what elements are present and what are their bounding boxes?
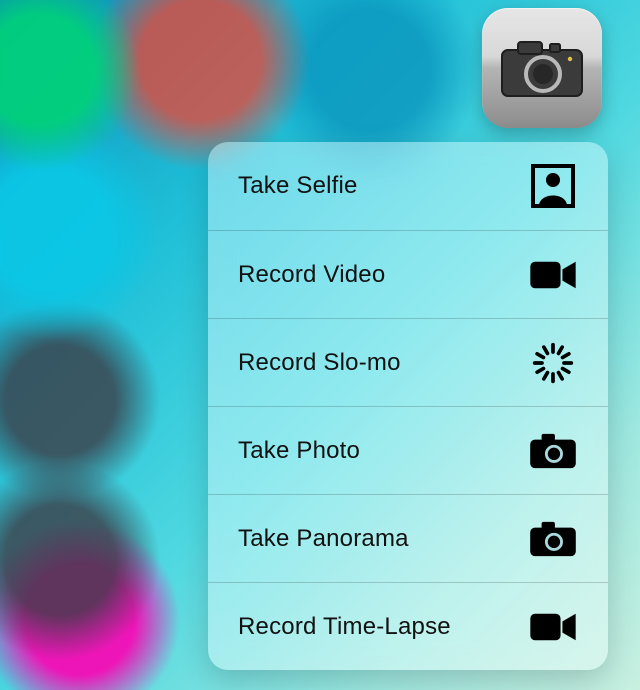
slomo-icon <box>526 336 580 390</box>
menu-item-label: Take Selfie <box>238 172 358 200</box>
menu-item-take-photo[interactable]: Take Photo <box>208 406 608 494</box>
camera-icon-sm <box>526 512 580 566</box>
home-screen-blurred-bg: Take Selfie Record Video Record Slo-mo <box>0 0 640 690</box>
selfie-icon <box>526 159 580 213</box>
menu-item-label: Record Slo-mo <box>238 349 401 377</box>
video-icon <box>526 248 580 302</box>
menu-item-label: Record Video <box>238 261 385 289</box>
quick-actions-menu: Take Selfie Record Video Record Slo-mo <box>208 142 608 670</box>
menu-item-record-timelapse[interactable]: Record Time-Lapse <box>208 582 608 670</box>
menu-item-label: Take Photo <box>238 437 360 465</box>
camera-icon-sm <box>526 424 580 478</box>
camera-app-icon[interactable] <box>482 8 602 128</box>
menu-item-label: Take Panorama <box>238 525 409 553</box>
menu-item-take-selfie[interactable]: Take Selfie <box>208 142 608 230</box>
menu-item-take-panorama[interactable]: Take Panorama <box>208 494 608 582</box>
video-icon <box>526 600 580 654</box>
menu-item-label: Record Time-Lapse <box>238 613 451 641</box>
menu-item-record-slomo[interactable]: Record Slo-mo <box>208 318 608 406</box>
menu-item-record-video[interactable]: Record Video <box>208 230 608 318</box>
camera-icon <box>500 38 584 98</box>
